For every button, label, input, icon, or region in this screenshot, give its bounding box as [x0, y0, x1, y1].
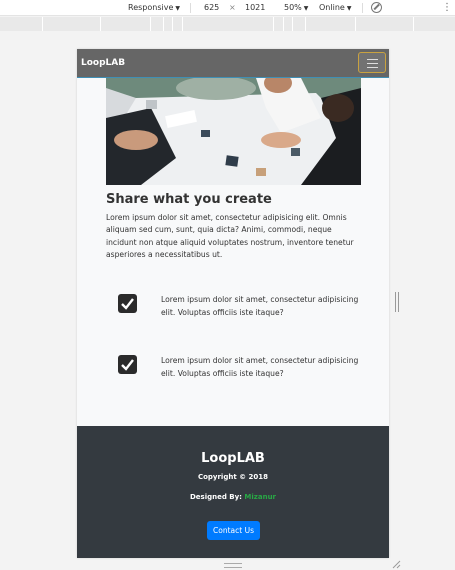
footer: LoopLAB Copyright © 2018 Designed By: Mi… [77, 426, 389, 558]
divider [190, 3, 191, 13]
height-input[interactable]: 1021 [245, 3, 265, 13]
device-select[interactable]: Responsive ▼ [128, 3, 180, 14]
ruler-segment [163, 17, 164, 31]
section-heading: Share what you create [106, 192, 272, 207]
footer-copyright: Copyright © 2018 [197, 473, 269, 481]
rotate-icon[interactable] [371, 2, 382, 13]
designer-link[interactable]: Mizanur [244, 493, 276, 501]
contact-us-button[interactable]: Contact Us [207, 521, 260, 540]
ruler-segment [172, 17, 173, 31]
hamburger-icon [367, 63, 378, 64]
ruler-segment [42, 17, 43, 31]
chevron-down-icon: ▼ [303, 5, 309, 12]
navbar: LoopLAB [77, 49, 389, 78]
zoom-label: 50% [284, 3, 302, 12]
ruler-segment [150, 17, 151, 31]
navbar-toggler[interactable] [358, 52, 386, 73]
chevron-down-icon: ▼ [175, 5, 181, 12]
device-label: Responsive [128, 3, 174, 12]
ruler-segment [283, 17, 284, 31]
ruler-segment [100, 17, 101, 31]
zoom-select[interactable]: 50% ▼ [284, 3, 308, 14]
checkbox-icon [118, 355, 137, 374]
media-query-bar[interactable] [0, 17, 455, 31]
viewport-resize-handle[interactable] [395, 292, 399, 312]
ruler-segment [355, 17, 356, 31]
resize-corner-icon[interactable] [392, 560, 401, 569]
footer-designed-by: Designed By: Mizanur [77, 493, 389, 501]
ruler-segment [292, 17, 293, 31]
hamburger-icon [367, 67, 378, 68]
more-options-icon[interactable]: ⋮ [442, 2, 452, 13]
footer-brand: LoopLAB [201, 451, 265, 466]
chevron-down-icon: ▼ [346, 5, 352, 12]
ruler-segment [305, 17, 306, 31]
dimension-separator: × [229, 3, 236, 12]
designed-by-label: Designed By: [189, 493, 245, 501]
hero-image [106, 78, 361, 185]
navbar-brand[interactable]: LoopLAB [81, 58, 125, 68]
ruler-segment [413, 17, 414, 31]
feature-text: Lorem ipsum dolor sit amet, consectetur … [161, 356, 359, 378]
hamburger-icon [367, 59, 378, 60]
device-viewport: LoopLAB Share what you create Lorem ipsu… [77, 49, 389, 558]
feature-text: Lorem ipsum dolor sit amet, consectetur … [161, 295, 359, 317]
section-paragraph: Lorem ipsum dolor sit amet, consectetur … [106, 213, 354, 259]
ruler-segment [273, 17, 274, 31]
ruler-segment [182, 17, 183, 31]
viewport-resize-handle-bottom[interactable] [224, 563, 242, 568]
width-input[interactable]: 625 [204, 3, 219, 13]
devtools-toolbar: Responsive ▼ 625 × 1021 50% ▼ Online ▼ ⋮ [0, 0, 455, 16]
network-select[interactable]: Online ▼ [319, 3, 351, 14]
divider [362, 3, 363, 13]
network-label: Online [319, 3, 345, 12]
checkbox-icon [118, 294, 137, 313]
